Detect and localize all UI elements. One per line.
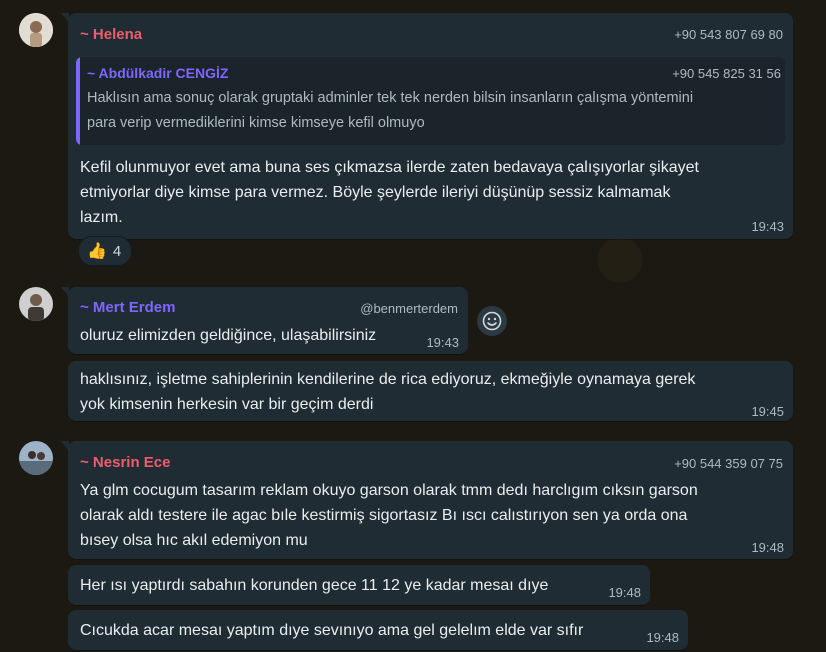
message-time: 19:48: [751, 540, 784, 555]
quote-bar: [76, 57, 80, 145]
message-bubble-nesrin[interactable]: ~ Nesrin Ece +90 544 359 07 75 Ya glm co…: [61, 441, 793, 559]
message-text-line: bısey olsa hıc akıl edemiyon mu: [80, 532, 308, 549]
quote-sender-phone: +90 545 825 31 56: [672, 66, 781, 81]
quote-text-line: Haklısın ama sonuç olarak gruptaki admin…: [87, 90, 694, 106]
message-text-line: Ya glm cocugum tasarım reklam okuyo gars…: [80, 482, 698, 499]
reaction-count: 4: [112, 242, 122, 260]
sender-phone: +90 544 359 07 75: [674, 456, 783, 471]
quoted-message[interactable]: ~ Abdülkadir CENGİZ +90 545 825 31 56 Ha…: [76, 57, 785, 145]
emoji-reaction-button[interactable]: [477, 306, 507, 336]
message-text-line: Kefil olunmuyor evet ama buna ses çıkmaz…: [80, 159, 699, 176]
message-time: 19:48: [646, 630, 679, 645]
message-bubble-continuation[interactable]: Her ısı yaptırdı sabahın korunden gece 1…: [68, 565, 650, 605]
sender-name[interactable]: ~ Mert Erdem: [80, 299, 175, 316]
thumbs-up-icon: 👍: [87, 243, 107, 260]
message-bubble-continuation[interactable]: Cıcukda acar mesaı yaptım dıye sevınıyo …: [68, 610, 688, 650]
message-text-line: olarak aldı testere ile agac bıle kestir…: [80, 507, 688, 524]
message-time: 19:48: [608, 585, 641, 600]
sender-phone: +90 543 807 69 80: [674, 27, 783, 42]
message-text-line: haklısınız, işletme sahiplerinin kendile…: [80, 371, 696, 388]
nesrin-avatar[interactable]: [19, 441, 53, 475]
message-bubble-helena[interactable]: ~ Helena +90 543 807 69 80 ~ Abdülkadir …: [61, 13, 793, 239]
reaction-pill[interactable]: 👍 4: [78, 236, 133, 266]
sender-username: @benmerterdem: [360, 301, 458, 316]
quote-text-line: para verip vermediklerini kimse kimseye …: [87, 115, 425, 131]
message-bubble-continuation[interactable]: haklısınız, işletme sahiplerinin kendile…: [68, 361, 793, 421]
sender-name[interactable]: ~ Nesrin Ece: [80, 454, 170, 471]
helena-avatar[interactable]: [19, 13, 53, 47]
message-bubble-mert[interactable]: ~ Mert Erdem @benmerterdem oluruz elimiz…: [61, 287, 468, 354]
sender-name[interactable]: ~ Helena: [80, 26, 142, 43]
message-time: 19:43: [751, 219, 784, 234]
message-time: 19:43: [426, 335, 459, 350]
message-text-line: yok kimsenin herkesin var bir geçim derd…: [80, 396, 374, 413]
message-text-line: Her ısı yaptırdı sabahın korunden gece 1…: [80, 577, 549, 594]
message-text-line: etmiyorlar diye kimse para vermez. Böyle…: [80, 184, 671, 201]
message-time: 19:45: [751, 404, 784, 419]
message-text-line: oluruz elimizden geldiğince, ulaşabilirs…: [80, 327, 377, 344]
quote-sender-name: ~ Abdülkadir CENGİZ: [87, 65, 229, 81]
mert-avatar[interactable]: [19, 287, 53, 321]
message-text-line: lazım.: [80, 209, 123, 226]
message-text-line: Cıcukda acar mesaı yaptım dıye sevınıyo …: [80, 622, 584, 639]
smiley-icon: [482, 311, 502, 331]
